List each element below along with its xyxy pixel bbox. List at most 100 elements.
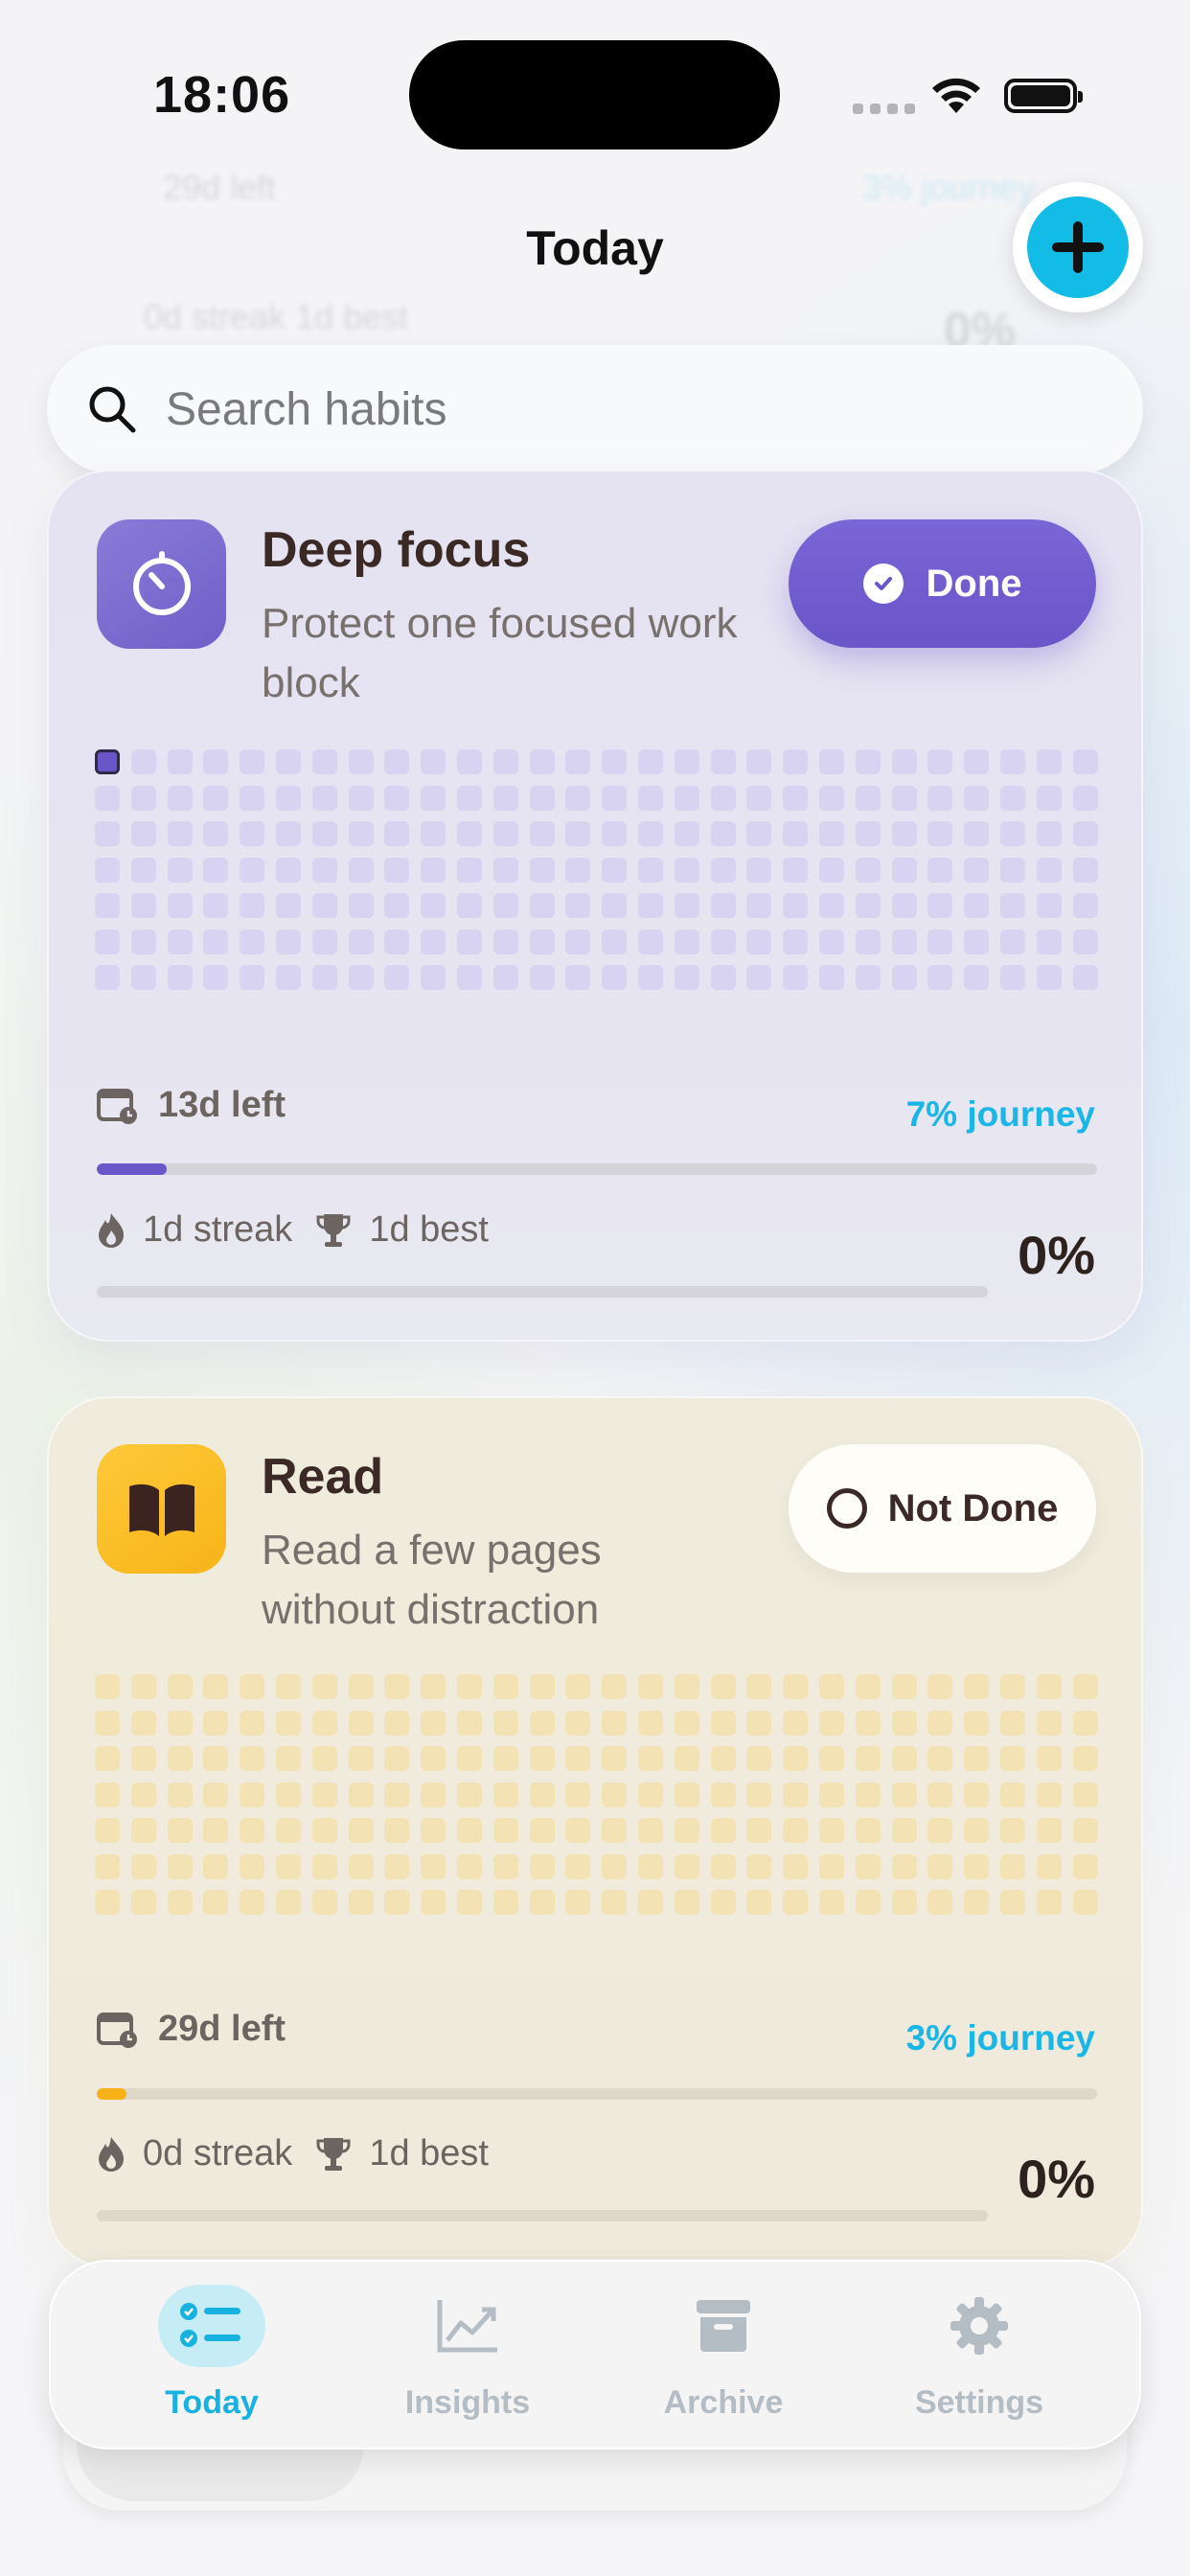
- calendar-day-cell: [674, 785, 699, 811]
- calendar-day-cell: [95, 1818, 120, 1843]
- calendar-day-cell: [964, 821, 990, 846]
- calendar-day-cell: [529, 857, 555, 883]
- calendar-day-cell: [1072, 965, 1098, 990]
- trophy-icon: [316, 2137, 351, 2171]
- add-habit-button[interactable]: [1013, 182, 1143, 312]
- calendar-day-cell: [855, 1818, 881, 1843]
- calendar-day-cell: [710, 929, 736, 954]
- tab-label: Archive: [663, 2384, 784, 2421]
- calendar-day-cell: [492, 965, 518, 990]
- calendar-day-cell: [855, 785, 881, 811]
- completion-bar: [97, 2210, 988, 2221]
- calendar-day-cell: [95, 1674, 120, 1699]
- calendar-day-cell: [311, 1890, 337, 1915]
- calendar-day-cell: [818, 1853, 844, 1879]
- calendar-day-cell: [456, 1710, 482, 1736]
- calendar-day-cell: [348, 965, 374, 990]
- calendar-day-cell: [1036, 1818, 1062, 1843]
- tab-insights[interactable]: Insights: [343, 2262, 592, 2451]
- streak-row: 0d streak 1d best: [97, 2133, 512, 2174]
- calendar-day-cell: [529, 965, 555, 990]
- status-time: 18:06: [153, 66, 291, 124]
- calendar-day-cell: [348, 1853, 374, 1879]
- calendar-day-cell: [602, 893, 628, 918]
- streak-text: 1d streak: [143, 1209, 293, 1250]
- calendar-day-cell: [964, 1674, 990, 1699]
- calendar-day-cell: [818, 1818, 844, 1843]
- calendar-day-cell: [492, 749, 518, 774]
- calendar-day-cell: [1036, 965, 1062, 990]
- calendar-day-cell: [927, 1818, 953, 1843]
- habit-description: Read a few pages without distraction: [262, 1527, 602, 1633]
- calendar-day-cell: [95, 749, 120, 774]
- calendar-day-cell: [275, 857, 301, 883]
- calendar-day-cell: [130, 1890, 156, 1915]
- calendar-day-cell: [999, 1890, 1025, 1915]
- calendar-day-cell: [130, 1746, 156, 1771]
- done-button[interactable]: Done: [789, 519, 1096, 648]
- calendar-day-cell: [456, 1782, 482, 1807]
- calendar-day-cell: [637, 1782, 663, 1807]
- calendar-day-cell: [783, 1746, 809, 1771]
- calendar-day-cell: [95, 929, 120, 954]
- calendar-day-cell: [492, 1818, 518, 1843]
- calendar-day-cell: [783, 857, 809, 883]
- journey-progress-bar: [97, 2088, 1097, 2100]
- calendar-day-cell: [1072, 821, 1098, 846]
- check-circle-icon: [862, 564, 904, 604]
- calendar-day-cell: [818, 785, 844, 811]
- calendar-day-cell: [1036, 749, 1062, 774]
- tab-archive[interactable]: Archive: [599, 2262, 848, 2451]
- calendar-day-cell: [602, 1818, 628, 1843]
- calendar-day-cell: [311, 821, 337, 846]
- ghost-days-left: 29d left: [163, 168, 277, 207]
- tab-today[interactable]: Today: [87, 2262, 336, 2451]
- calendar-day-cell: [964, 1818, 990, 1843]
- calendar-day-cell: [421, 1674, 446, 1699]
- not-done-button[interactable]: Not Done: [789, 1444, 1096, 1573]
- calendar-day-cell: [855, 1710, 881, 1736]
- calendar-day-cell: [348, 893, 374, 918]
- search-bar[interactable]: [47, 345, 1143, 473]
- calendar-day-cell: [927, 965, 953, 990]
- habit-card-deep-focus[interactable]: Deep focus Protect one focused work bloc…: [47, 470, 1143, 1342]
- calendar-day-cell: [927, 857, 953, 883]
- calendar-day-cell: [710, 749, 736, 774]
- calendar-day-cell: [384, 1710, 410, 1736]
- calendar-day-cell: [203, 1674, 229, 1699]
- days-left-text: 29d left: [158, 2009, 286, 2049]
- calendar-day-cell: [95, 1782, 120, 1807]
- calendar-day-cell: [95, 893, 120, 918]
- journey-progress-fill: [97, 2088, 127, 2100]
- habit-card-read[interactable]: Read Read a few pages without distractio…: [47, 1396, 1143, 2268]
- calendar-day-cell: [492, 1890, 518, 1915]
- flame-icon: [99, 1212, 124, 1248]
- calendar-day-cell: [95, 1890, 120, 1915]
- calendar-day-cell: [492, 893, 518, 918]
- not-done-button-label: Not Done: [887, 1486, 1059, 1530]
- calendar-day-cell: [602, 1853, 628, 1879]
- calendar-day-cell: [529, 929, 555, 954]
- calendar-day-cell: [1036, 1853, 1062, 1879]
- calendar-day-cell: [456, 1746, 482, 1771]
- calendar-day-cell: [927, 1746, 953, 1771]
- calendar-day-cell: [203, 965, 229, 990]
- calendar-day-cell: [674, 965, 699, 990]
- calendar-day-cell: [421, 929, 446, 954]
- calendar-day-cell: [311, 929, 337, 954]
- tab-bar: Today Insights Archive Settings: [49, 2260, 1141, 2450]
- calendar-day-cell: [275, 1710, 301, 1736]
- calendar-day-cell: [818, 1674, 844, 1699]
- calendar-day-cell: [421, 893, 446, 918]
- calendar-day-cell: [964, 1853, 990, 1879]
- calendar-day-cell: [964, 929, 990, 954]
- calendar-day-cell: [167, 1710, 193, 1736]
- calendar-day-cell: [1072, 1782, 1098, 1807]
- tab-settings[interactable]: Settings: [855, 2262, 1104, 2451]
- calendar-day-cell: [999, 1853, 1025, 1879]
- calendar-day-cell: [565, 893, 591, 918]
- calendar-day-cell: [637, 929, 663, 954]
- search-input[interactable]: [166, 382, 1028, 436]
- calendar-clock-icon: [97, 2012, 137, 2048]
- archive-box-icon: [697, 2300, 750, 2352]
